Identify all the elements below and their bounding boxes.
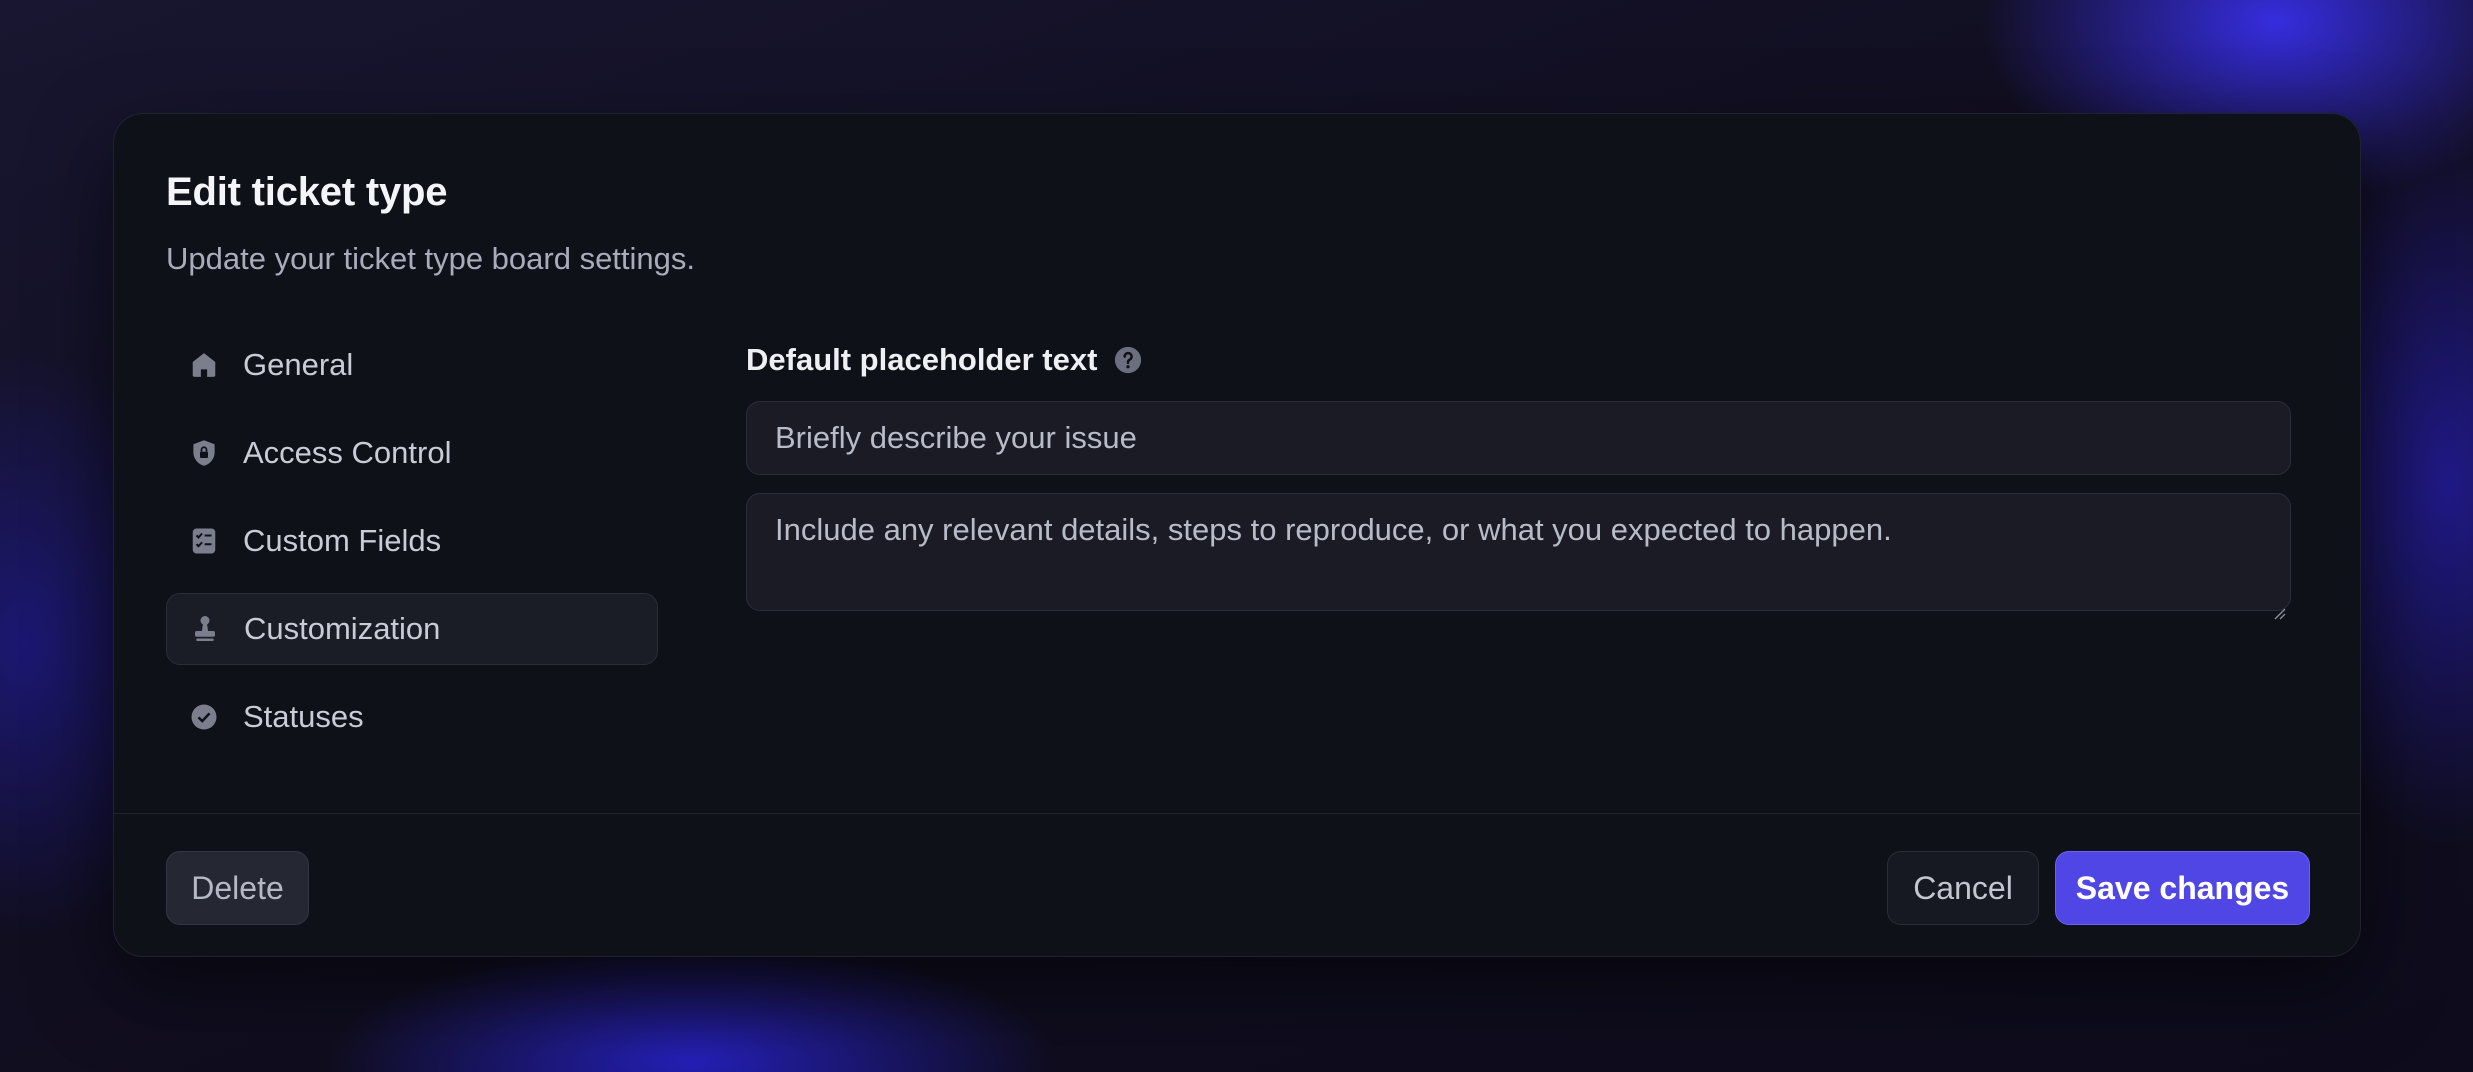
nav-item-label: Statuses bbox=[243, 699, 364, 734]
settings-nav: General Access Control Custom Fields Cus… bbox=[166, 329, 658, 769]
check-circle-icon bbox=[189, 702, 219, 732]
nav-item-customization[interactable]: Customization bbox=[166, 593, 658, 665]
dialog-title: Edit ticket type bbox=[166, 170, 448, 214]
stamp-icon bbox=[190, 614, 220, 644]
question-circle-icon[interactable] bbox=[1113, 345, 1143, 375]
nav-item-label: Access Control bbox=[243, 435, 452, 470]
dialog-subtitle: Update your ticket type board settings. bbox=[166, 241, 696, 276]
home-icon bbox=[189, 350, 219, 380]
title-placeholder-input[interactable]: Briefly describe your issue bbox=[746, 401, 2291, 475]
shield-lock-icon bbox=[189, 438, 219, 468]
field-label: Default placeholder text bbox=[746, 342, 1098, 377]
edit-ticket-type-dialog: Edit ticket type Update your ticket type… bbox=[113, 113, 2361, 957]
nav-item-statuses[interactable]: Statuses bbox=[166, 681, 658, 753]
save-changes-button[interactable]: Save changes bbox=[2055, 851, 2310, 925]
resize-handle-icon[interactable] bbox=[2272, 592, 2286, 620]
nav-item-access-control[interactable]: Access Control bbox=[166, 417, 658, 489]
input-value: Briefly describe your issue bbox=[775, 420, 1137, 455]
cancel-button[interactable]: Cancel bbox=[1887, 851, 2039, 925]
footer-divider bbox=[114, 813, 2360, 814]
field-label-row: Default placeholder text bbox=[746, 342, 1143, 378]
nav-item-label: Custom Fields bbox=[243, 523, 442, 558]
nav-item-label: General bbox=[243, 347, 354, 382]
delete-button[interactable]: Delete bbox=[166, 851, 309, 925]
checklist-icon bbox=[189, 526, 219, 556]
nav-item-label: Customization bbox=[244, 611, 441, 646]
nav-item-general[interactable]: General bbox=[166, 329, 658, 401]
textarea-value: Include any relevant details, steps to r… bbox=[775, 512, 1892, 547]
nav-item-custom-fields[interactable]: Custom Fields bbox=[166, 505, 658, 577]
description-placeholder-textarea[interactable]: Include any relevant details, steps to r… bbox=[746, 493, 2291, 620]
